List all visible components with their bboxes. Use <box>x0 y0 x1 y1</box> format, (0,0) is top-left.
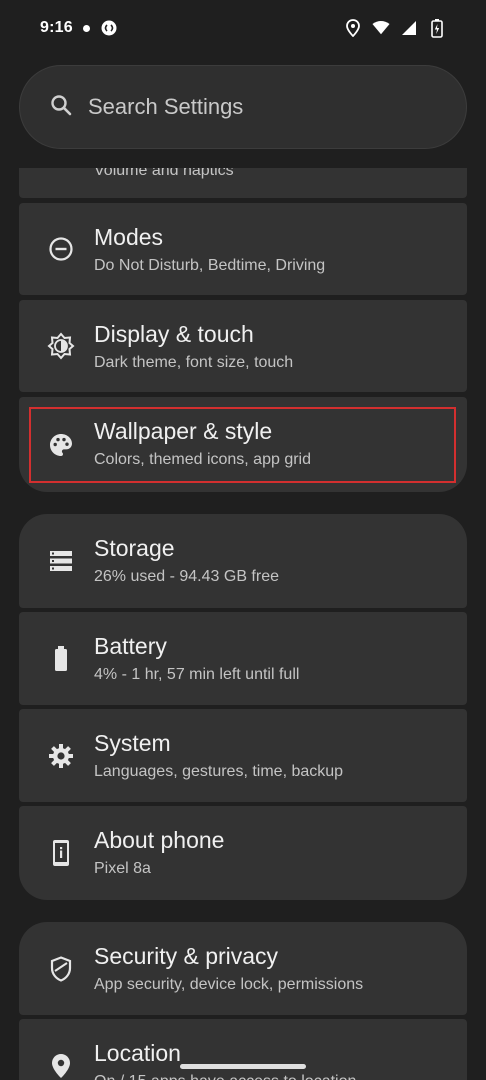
sound-vibration-item[interactable]: Volume and haptics <box>19 168 467 198</box>
item-title: Battery <box>94 633 167 659</box>
battery-charging-icon <box>428 19 446 38</box>
cellular-signal-icon <box>400 19 418 37</box>
system-item[interactable]: System Languages, gestures, time, backup <box>19 709 467 802</box>
item-subtitle: Colors, themed icons, app grid <box>94 451 311 468</box>
minus-circle-icon <box>47 235 75 263</box>
item-subtitle: On / 15 apps have access to location <box>94 1071 356 1080</box>
wallpaper-style-item[interactable]: Wallpaper & style Colors, themed icons, … <box>19 397 467 492</box>
status-bar: 9:16 <box>0 0 486 56</box>
brightness-icon <box>47 332 75 360</box>
item-subtitle: Pixel 8a <box>94 860 151 877</box>
search-icon <box>50 94 72 121</box>
palette-icon <box>47 431 75 459</box>
notification-dot-icon <box>82 24 90 32</box>
item-title: Location <box>94 1040 181 1066</box>
item-title: Security & privacy <box>94 943 279 969</box>
item-title: System <box>94 730 171 756</box>
item-title: Wallpaper & style <box>94 418 273 444</box>
security-privacy-item[interactable]: Security & privacy App security, device … <box>19 922 467 1015</box>
item-subtitle: Do Not Disturb, Bedtime, Driving <box>94 257 326 274</box>
display-touch-item[interactable]: Display & touch Dark theme, font size, t… <box>19 300 467 392</box>
location-item[interactable]: Location On / 15 apps have access to loc… <box>19 1019 467 1080</box>
item-subtitle: 26% used - 94.43 GB free <box>94 568 279 585</box>
gear-icon <box>47 742 75 770</box>
shazam-icon <box>100 19 118 37</box>
settings-list[interactable]: Volume and haptics Modes Do Not Disturb,… <box>0 168 486 1080</box>
location-status-icon <box>344 19 362 37</box>
status-right <box>344 19 446 38</box>
storage-icon <box>47 547 75 575</box>
item-title: Storage <box>94 535 175 561</box>
item-title: About phone <box>94 827 225 853</box>
search-settings-bar[interactable]: Search Settings <box>19 65 467 149</box>
item-subtitle: Dark theme, font size, touch <box>94 354 294 371</box>
item-subtitle: Languages, gestures, time, backup <box>94 763 344 780</box>
status-left: 9:16 <box>40 19 118 37</box>
battery-icon <box>47 645 75 673</box>
status-time: 9:16 <box>40 19 73 36</box>
modes-item[interactable]: Modes Do Not Disturb, Bedtime, Driving <box>19 203 467 295</box>
gesture-navigation-handle[interactable] <box>180 1064 306 1069</box>
wifi-icon <box>372 19 390 37</box>
about-phone-item[interactable]: About phone Pixel 8a <box>19 806 467 900</box>
item-title: Display & touch <box>94 321 254 347</box>
location-pin-icon <box>47 1052 75 1080</box>
item-subtitle: App security, device lock, permissions <box>94 976 364 993</box>
shield-icon <box>47 955 75 983</box>
battery-item[interactable]: Battery 4% - 1 hr, 57 min left until ful… <box>19 612 467 705</box>
item-subtitle: 4% - 1 hr, 57 min left until full <box>94 666 300 683</box>
phone-info-icon <box>47 839 75 867</box>
storage-item[interactable]: Storage 26% used - 94.43 GB free <box>19 514 467 608</box>
item-subtitle: Volume and haptics <box>94 168 234 179</box>
item-title: Modes <box>94 224 164 250</box>
search-placeholder: Search Settings <box>88 94 244 119</box>
